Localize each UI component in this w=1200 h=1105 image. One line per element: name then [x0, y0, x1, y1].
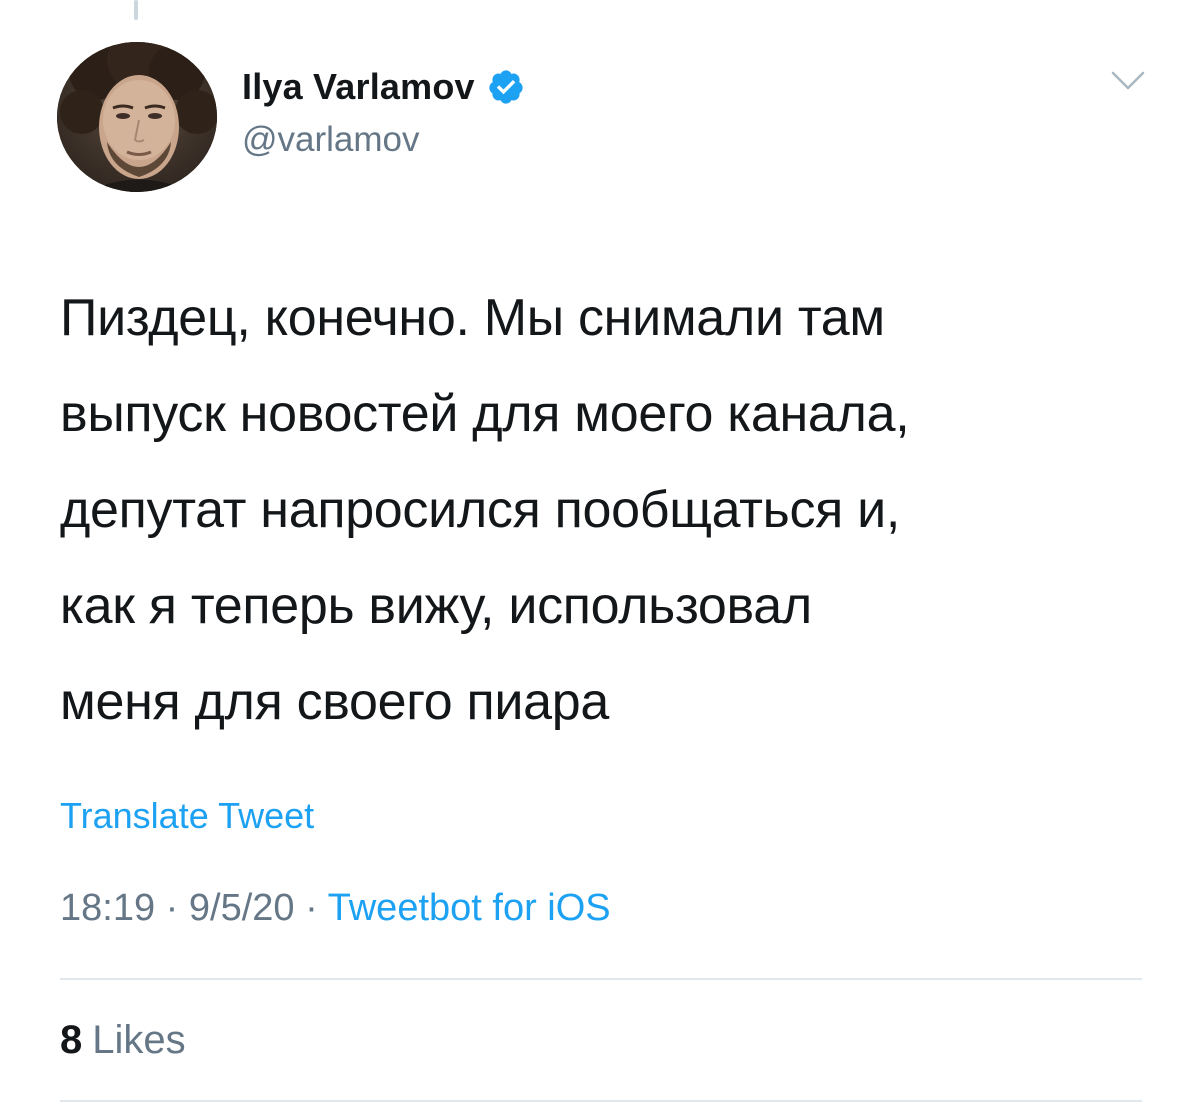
tweet-meta-row: 18:19 · 9/5/20 · Tweetbot for iOS — [60, 887, 611, 930]
author-name-row[interactable]: Ilya Varlamov — [242, 62, 525, 112]
tweet-source-link[interactable]: Tweetbot for iOS — [328, 887, 611, 929]
avatar-photo — [57, 42, 217, 192]
tweet-text: Пиздец, конечно. Мы снимали там выпуск н… — [60, 289, 910, 731]
divider — [60, 978, 1142, 980]
likes-label: Likes — [92, 1018, 186, 1062]
tweet-date: 9/5/20 — [188, 887, 295, 929]
chevron-down-icon[interactable] — [1111, 70, 1145, 92]
likes-row[interactable]: 8 Likes — [60, 1018, 186, 1063]
thread-connector-line — [134, 0, 138, 20]
translate-tweet-link[interactable]: Translate Tweet — [60, 795, 314, 837]
divider — [60, 1100, 1142, 1102]
author-display-name[interactable]: Ilya Varlamov — [242, 66, 475, 108]
verified-badge-icon — [489, 70, 523, 104]
meta-separator: · — [294, 887, 328, 929]
author-handle[interactable]: @varlamov — [242, 120, 420, 160]
tweet-time: 18:19 — [60, 887, 156, 929]
meta-separator: · — [155, 887, 189, 929]
avatar[interactable] — [57, 42, 217, 192]
likes-count: 8 — [60, 1018, 83, 1062]
